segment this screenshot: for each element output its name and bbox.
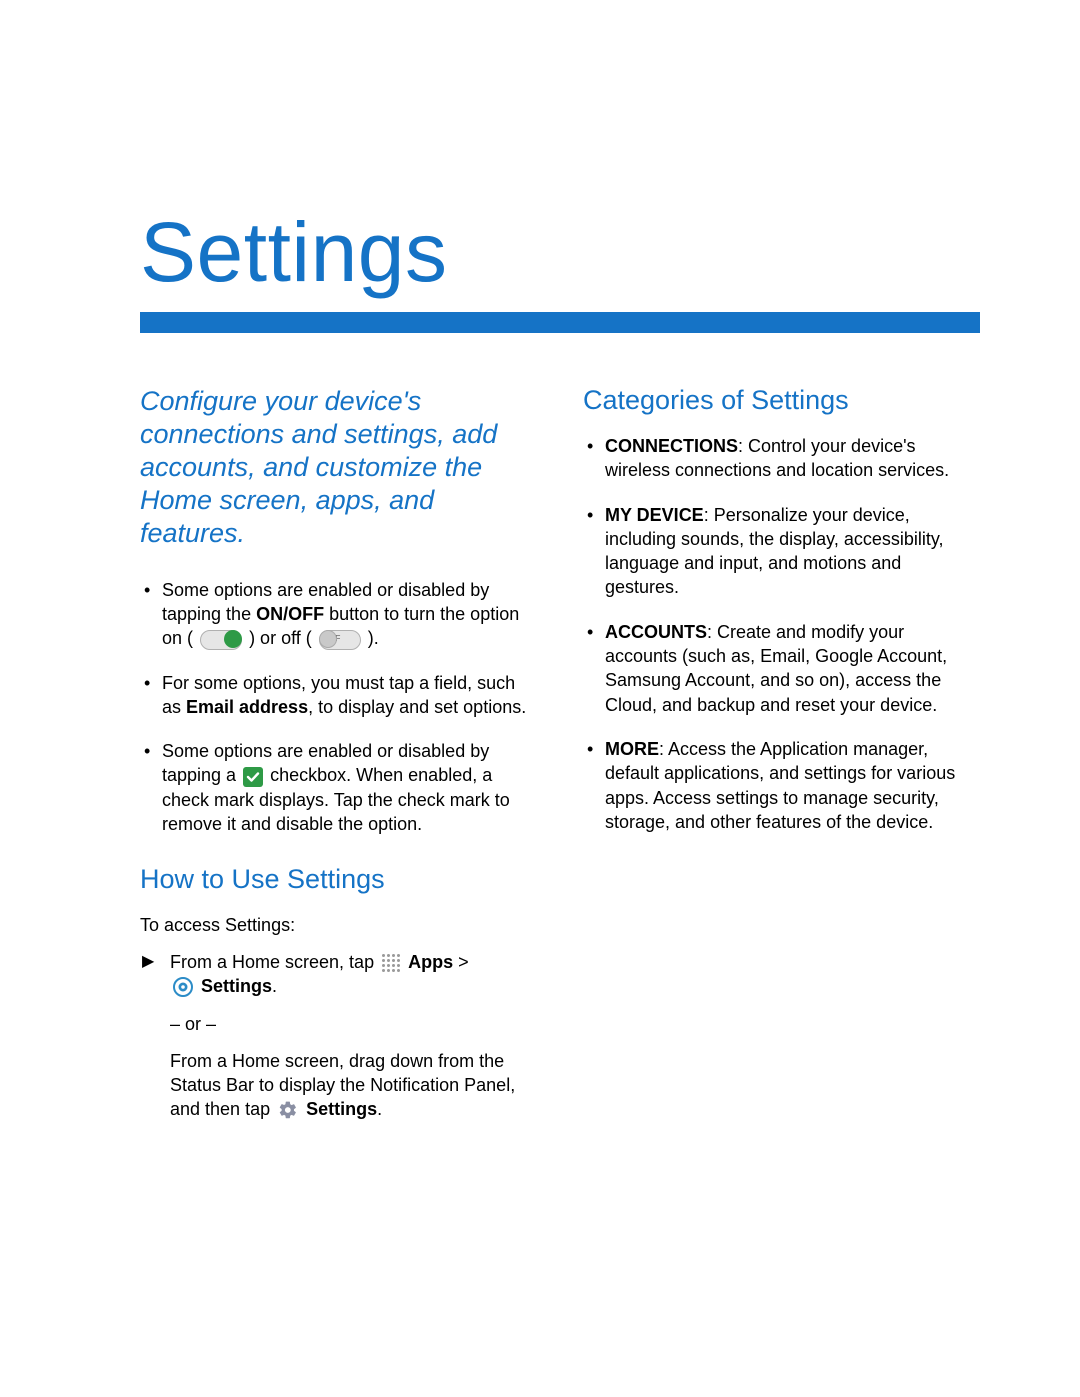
access-intro: To access Settings: [140, 913, 537, 937]
settings-label-2: Settings [306, 1099, 377, 1119]
text: ). [368, 628, 379, 648]
settings-gear-blue-icon [173, 977, 193, 997]
lead-paragraph: Configure your device's connections and … [140, 385, 537, 550]
category-label: MY DEVICE [605, 505, 704, 525]
toggle-knob [319, 630, 337, 648]
apps-grid-icon [382, 954, 400, 972]
manual-page: Settings Configure your device's connect… [0, 0, 1080, 1397]
toggle-off-icon: OFF [319, 630, 361, 650]
category-connections: CONNECTIONS: Control your device's wirel… [583, 434, 980, 483]
title-block: Settings [140, 0, 980, 333]
onoff-label: ON/OFF [256, 604, 324, 624]
how-to-use-heading: How to Use Settings [140, 864, 537, 895]
period: . [377, 1099, 382, 1119]
settings-gear-gray-icon [278, 1100, 298, 1120]
category-label: MORE [605, 739, 659, 759]
toggle-on-icon: ON [200, 630, 242, 650]
email-address-label: Email address [186, 697, 308, 717]
step-access-1: ▶ From a Home screen, tap Apps > [140, 950, 537, 999]
settings-label: Settings [201, 976, 272, 996]
right-column: Categories of Settings CONNECTIONS: Cont… [583, 385, 980, 1135]
apps-label: Apps [408, 952, 453, 972]
intro-bullet-list: Some options are enabled or disabled by … [140, 578, 537, 837]
period: . [272, 976, 277, 996]
text: ) or off ( [249, 628, 312, 648]
category-label: CONNECTIONS [605, 436, 738, 456]
content-columns: Configure your device's connections and … [140, 385, 980, 1135]
categories-heading: Categories of Settings [583, 385, 980, 416]
bullet-onoff: Some options are enabled or disabled by … [140, 578, 537, 651]
category-more: MORE: Access the Application manager, de… [583, 737, 980, 834]
category-my-device: MY DEVICE: Personalize your device, incl… [583, 503, 980, 600]
left-column: Configure your device's connections and … [140, 385, 537, 1135]
categories-list: CONNECTIONS: Control your device's wirel… [583, 434, 980, 834]
title-rule [140, 312, 980, 333]
step-access-alt: From a Home screen, drag down from the S… [140, 1049, 537, 1122]
or-separator: – or – [140, 1012, 537, 1036]
category-accounts: ACCOUNTS: Create and modify your account… [583, 620, 980, 717]
bullet-tap-field: For some options, you must tap a field, … [140, 671, 537, 720]
page-title: Settings [140, 210, 980, 294]
text: , to display and set options. [308, 697, 526, 717]
text: From a Home screen, tap [170, 952, 379, 972]
toggle-knob [224, 630, 242, 648]
play-arrow-icon: ▶ [142, 951, 154, 973]
category-label: ACCOUNTS [605, 622, 707, 642]
bullet-checkbox: Some options are enabled or disabled by … [140, 739, 537, 836]
gt: > [453, 952, 469, 972]
checkbox-icon [243, 767, 263, 787]
